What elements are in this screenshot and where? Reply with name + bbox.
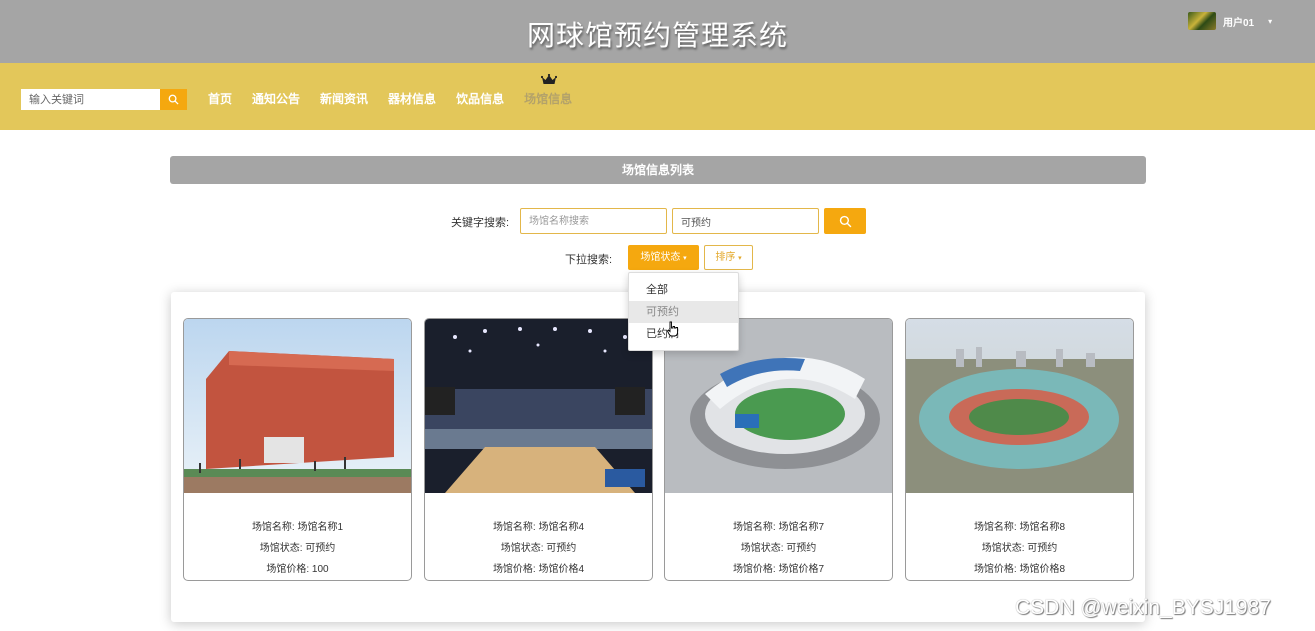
nav-item-home[interactable]: 首页 xyxy=(208,90,232,107)
search-icon xyxy=(168,94,179,105)
venue-card[interactable]: 场馆名称: 场馆名称7 场馆状态: 可预约 场馆价格: 场馆价格7 xyxy=(664,318,893,581)
site-title: 网球馆预约管理系统 xyxy=(526,20,788,51)
search-button[interactable] xyxy=(824,208,866,234)
sort-dropdown-button[interactable]: 排序 ▾ xyxy=(704,245,753,270)
venue-price: 场馆价格: 场馆价格7 xyxy=(732,564,825,575)
venue-card[interactable]: 场馆名称: 场馆名称4 场馆状态: 可预约 场馆价格: 场馆价格4 xyxy=(424,318,653,581)
sort-button-label: 排序 xyxy=(715,252,736,263)
nav-item-notices[interactable]: 通知公告 xyxy=(252,90,300,107)
avatar[interactable] xyxy=(1188,12,1216,30)
venue-price: 场馆价格: 100 xyxy=(266,564,329,575)
dropdown-item-all[interactable]: 全部 xyxy=(629,279,738,301)
keyword-search-label: 关键字搜索: xyxy=(451,217,510,229)
hand-cursor-icon xyxy=(667,321,678,337)
nav-item-venues[interactable]: 场馆信息 xyxy=(524,74,573,107)
dropdown-item-available[interactable]: 可预约 xyxy=(629,301,738,323)
top-header: 网球馆预约管理系统 用户01 ▾ xyxy=(0,0,1315,63)
main-navbar: 首页 通知公告 新闻资讯 器材信息 饮品信息 场馆信息 xyxy=(0,63,1315,130)
nav-item-equipment[interactable]: 器材信息 xyxy=(388,90,436,107)
section-title: 场馆信息列表 xyxy=(170,156,1146,184)
venue-status: 场馆状态: 可预约 xyxy=(740,543,817,554)
venue-status: 场馆状态: 可预约 xyxy=(259,543,336,554)
venue-status: 场馆状态: 可预约 xyxy=(981,543,1058,554)
venue-status-button-label: 场馆状态 xyxy=(640,252,681,263)
caret-down-icon: ▾ xyxy=(683,255,687,262)
venue-name: 场馆名称: 场馆名称1 xyxy=(251,522,344,533)
nav-links: 首页 通知公告 新闻资讯 器材信息 饮品信息 场馆信息 xyxy=(208,74,592,107)
venue-name: 场馆名称: 场馆名称4 xyxy=(492,522,585,533)
venue-card[interactable]: 场馆名称: 场馆名称1 场馆状态: 可预约 场馆价格: 100 xyxy=(183,318,412,581)
nav-search-input[interactable] xyxy=(21,89,160,110)
venue-name-search-input[interactable] xyxy=(520,208,667,234)
dropdown-item-full[interactable]: 已约满 xyxy=(629,323,738,345)
nav-item-drinks[interactable]: 饮品信息 xyxy=(456,90,504,107)
venue-status-dropdown-menu: 全部 可预约 已约满 xyxy=(628,272,739,351)
venue-status-dropdown-button[interactable]: 场馆状态 ▾ xyxy=(628,245,699,270)
venue-card[interactable]: 场馆名称: 场馆名称8 场馆状态: 可预约 场馆价格: 场馆价格8 xyxy=(905,318,1134,581)
nav-search-button[interactable] xyxy=(160,89,187,110)
search-icon xyxy=(839,215,851,227)
venue-image[interactable] xyxy=(906,319,1133,493)
nav-item-news[interactable]: 新闻资讯 xyxy=(320,90,368,107)
watermark: CSDN @weixin_BYSJ1987 xyxy=(1015,596,1271,619)
venue-price: 场馆价格: 场馆价格4 xyxy=(492,564,585,575)
venue-status: 场馆状态: 可预约 xyxy=(500,543,577,554)
chevron-down-icon[interactable]: ▾ xyxy=(1268,17,1272,26)
venue-image[interactable] xyxy=(184,319,411,493)
venue-image[interactable] xyxy=(425,319,652,493)
venue-price: 场馆价格: 场馆价格8 xyxy=(973,564,1066,575)
nav-item-venues-label: 场馆信息 xyxy=(524,92,573,106)
user-name[interactable]: 用户01 xyxy=(1223,14,1254,29)
venue-status-search-input[interactable] xyxy=(672,208,819,234)
crown-icon xyxy=(541,74,558,84)
user-menu[interactable]: 用户01 ▾ xyxy=(1188,12,1272,30)
venue-name: 场馆名称: 场馆名称7 xyxy=(732,522,825,533)
venue-name: 场馆名称: 场馆名称8 xyxy=(973,522,1066,533)
dropdown-search-label: 下拉搜索: xyxy=(565,254,613,266)
caret-down-icon: ▾ xyxy=(738,255,742,262)
